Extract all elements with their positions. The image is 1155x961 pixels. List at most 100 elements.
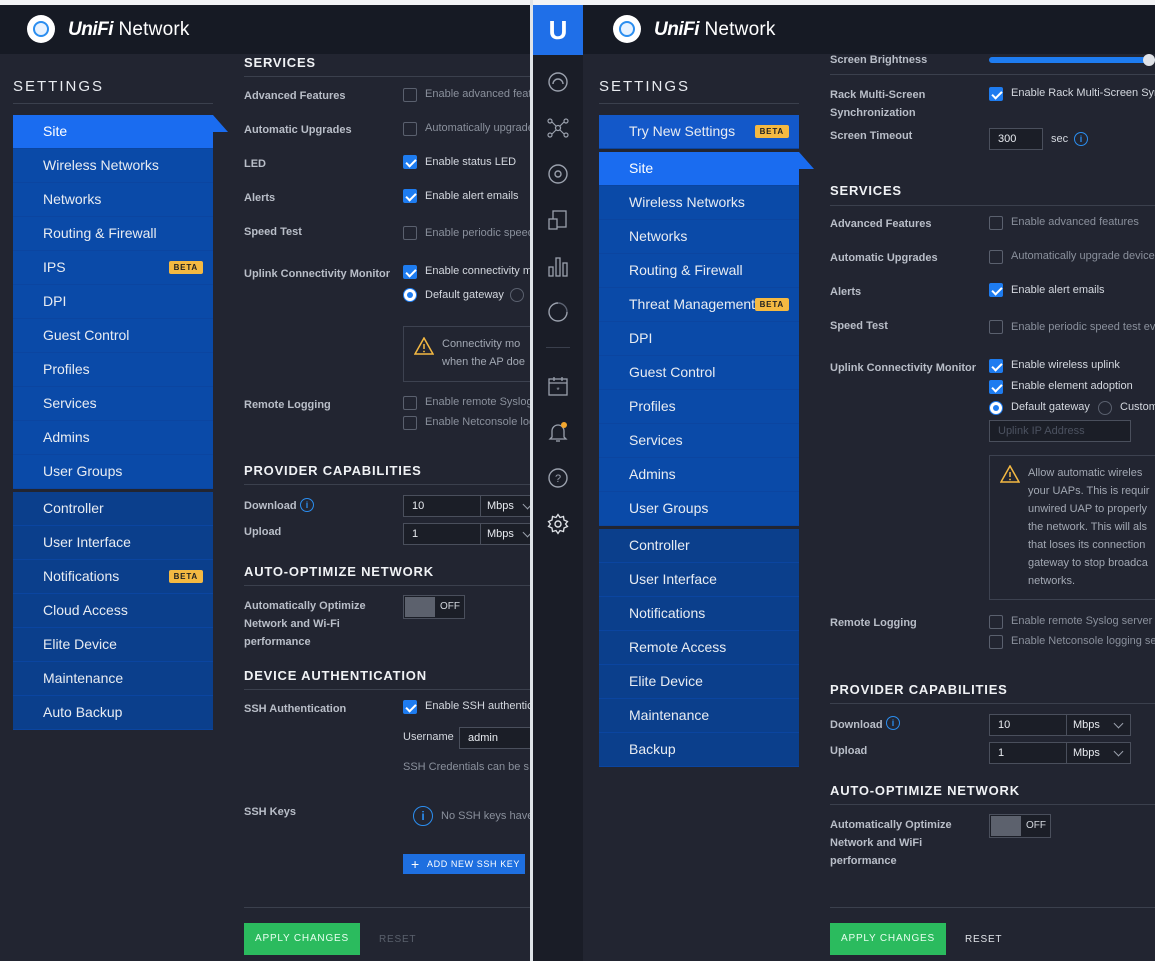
upload-unit-select[interactable]: Mbps: [1066, 742, 1131, 764]
nav-item-elite-device[interactable]: Elite Device: [599, 665, 799, 699]
advanced-features-checkbox[interactable]: [989, 216, 1003, 230]
download-input[interactable]: 10: [989, 714, 1067, 736]
nav-item-cloud-access[interactable]: Cloud Access: [13, 594, 213, 628]
timeout-info-icon[interactable]: i: [1074, 132, 1088, 146]
speed-test-checkbox[interactable]: [989, 320, 1003, 334]
netconsole-checkbox[interactable]: [403, 416, 417, 430]
apply-changes-button[interactable]: APPLY CHANGES: [830, 923, 946, 955]
unifi-device-logo-icon[interactable]: [613, 15, 641, 43]
nav-item-site[interactable]: Site: [13, 115, 228, 149]
auto-optimize-toggle[interactable]: OFF: [989, 814, 1051, 838]
ssh-auth-checkbox[interactable]: [403, 700, 417, 714]
remote-syslog-checkbox[interactable]: [989, 615, 1003, 629]
add-ssh-key-button[interactable]: ADD NEW SSH KEY: [403, 854, 525, 874]
upload-input[interactable]: 1: [989, 742, 1067, 764]
alerts-checkbox[interactable]: [403, 189, 417, 203]
statistics-icon[interactable]: [547, 255, 569, 277]
nav-item-user-interface[interactable]: User Interface: [599, 563, 799, 597]
custom-gateway-radio[interactable]: [1098, 401, 1112, 415]
nav-item-dpi[interactable]: DPI: [13, 285, 213, 319]
svg-text:?: ?: [555, 473, 561, 485]
nav-item-controller[interactable]: Controller: [599, 529, 799, 563]
advanced-features-checkbox[interactable]: [403, 88, 417, 102]
auto-optimize-toggle[interactable]: OFF: [403, 595, 465, 619]
alerts-checkbox[interactable]: [989, 283, 1003, 297]
nav-item-wireless-networks[interactable]: Wireless Networks: [13, 149, 213, 183]
default-gateway-radio[interactable]: [403, 288, 417, 302]
username-input[interactable]: admin: [459, 727, 530, 749]
nav-item-networks[interactable]: Networks: [599, 220, 799, 254]
nav-item-try-new-settings[interactable]: Try New Settings BETA: [599, 115, 799, 149]
nav-item-label: Threat Management: [629, 296, 756, 312]
nav-item-admins[interactable]: Admins: [599, 458, 799, 492]
download-unit-select[interactable]: Mbps: [1066, 714, 1131, 736]
unifi-logo-icon[interactable]: U: [533, 5, 583, 55]
wireless-uplink-checkbox[interactable]: [989, 359, 1003, 373]
nav-item-routing-and-firewall[interactable]: Routing & Firewall: [13, 217, 213, 251]
insights-icon[interactable]: [547, 301, 569, 323]
clients-icon[interactable]: [547, 209, 569, 231]
netconsole-checkbox[interactable]: [989, 635, 1003, 649]
download-unit-select[interactable]: Mbps: [480, 495, 530, 517]
section-title-auto-optimize: AUTO-OPTIMIZE NETWORK: [830, 783, 1020, 798]
brightness-knob[interactable]: [1143, 54, 1155, 66]
custom-gateway-radio[interactable]: [510, 288, 524, 302]
nav-item-controller[interactable]: Controller: [13, 492, 213, 526]
nav-item-auto-backup[interactable]: Auto Backup: [13, 696, 213, 730]
nav-item-threat-management[interactable]: Threat Management BETA: [599, 288, 799, 322]
nav-item-guest-control[interactable]: Guest Control: [13, 319, 213, 353]
default-gateway-radio[interactable]: [989, 401, 1003, 415]
download-info-icon[interactable]: i: [886, 716, 900, 730]
nav-item-profiles[interactable]: Profiles: [599, 390, 799, 424]
nav-item-dpi[interactable]: DPI: [599, 322, 799, 356]
settings-icon[interactable]: [547, 513, 569, 535]
devices-icon[interactable]: [547, 163, 569, 185]
netconsole-text: Enable Netconsole log: [425, 416, 530, 428]
nav-item-site[interactable]: Site: [599, 152, 814, 186]
nav-item-wireless-networks[interactable]: Wireless Networks: [599, 186, 799, 220]
reset-button[interactable]: RESET: [965, 934, 1002, 945]
nav-item-user-groups[interactable]: User Groups: [13, 455, 213, 489]
automatic-upgrades-checkbox[interactable]: [403, 122, 417, 136]
download-input[interactable]: 10: [403, 495, 481, 517]
nav-item-services[interactable]: Services: [599, 424, 799, 458]
nav-item-guest-control[interactable]: Guest Control: [599, 356, 799, 390]
upload-unit-select[interactable]: Mbps: [480, 523, 530, 545]
screen-brightness-slider[interactable]: [989, 54, 1155, 66]
upload-input[interactable]: 1: [403, 523, 481, 545]
nav-item-admins[interactable]: Admins: [13, 421, 213, 455]
nav-item-routing-and-firewall[interactable]: Routing & Firewall: [599, 254, 799, 288]
nav-item-user-interface[interactable]: User Interface: [13, 526, 213, 560]
dashboard-icon[interactable]: [547, 71, 569, 93]
nav-item-ips[interactable]: IPS BETA: [13, 251, 213, 285]
screen-timeout-input[interactable]: 300: [989, 128, 1043, 150]
nav-item-maintenance[interactable]: Maintenance: [13, 662, 213, 696]
nav-item-notifications[interactable]: Notifications: [599, 597, 799, 631]
apply-changes-button[interactable]: APPLY CHANGES: [244, 923, 360, 955]
events-icon[interactable]: *: [547, 375, 569, 397]
uplink-monitor-checkbox[interactable]: [403, 265, 417, 279]
nav-item-user-groups[interactable]: User Groups: [599, 492, 799, 526]
nav-item-maintenance[interactable]: Maintenance: [599, 699, 799, 733]
nav-item-profiles[interactable]: Profiles: [13, 353, 213, 387]
help-icon[interactable]: ?: [547, 467, 569, 489]
nav-item-remote-access[interactable]: Remote Access: [599, 631, 799, 665]
nav-item-backup[interactable]: Backup: [599, 733, 799, 767]
alerts-icon[interactable]: [547, 421, 569, 443]
nav-item-notifications[interactable]: Notifications BETA: [13, 560, 213, 594]
uplink-ip-input[interactable]: Uplink IP Address: [989, 420, 1131, 442]
reset-button[interactable]: RESET: [379, 934, 416, 945]
unifi-device-logo-icon[interactable]: [27, 15, 55, 43]
topology-icon[interactable]: [547, 117, 569, 139]
rack-sync-checkbox[interactable]: [989, 87, 1003, 101]
nav-item-elite-device[interactable]: Elite Device: [13, 628, 213, 662]
element-adoption-checkbox[interactable]: [989, 380, 1003, 394]
speed-test-checkbox[interactable]: [403, 226, 417, 240]
nav-item-services[interactable]: Services: [13, 387, 213, 421]
download-info-icon[interactable]: i: [300, 498, 314, 512]
automatic-upgrades-checkbox[interactable]: [989, 250, 1003, 264]
remote-syslog-checkbox[interactable]: [403, 396, 417, 410]
led-checkbox[interactable]: [403, 155, 417, 169]
nav-item-networks[interactable]: Networks: [13, 183, 213, 217]
username-label: Username: [403, 731, 454, 743]
